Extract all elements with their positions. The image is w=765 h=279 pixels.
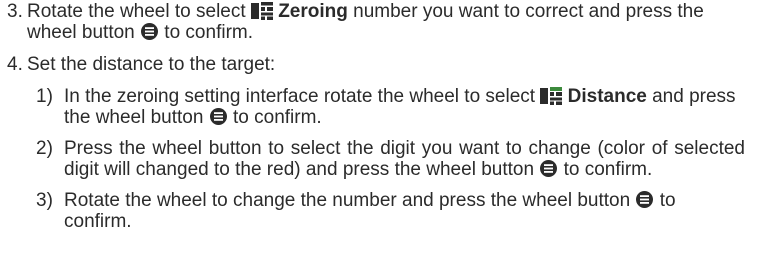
- menu-item-zeroing: Zeroing: [278, 1, 348, 22]
- instructions-document: 3. Rotate the wheel to select Zeroing nu…: [0, 0, 765, 232]
- zeroing-menu-icon: [250, 2, 273, 20]
- substep-text-part: to confirm.: [227, 107, 322, 128]
- substep-3: 3) Rotate the wheel to change the number…: [0, 190, 765, 232]
- menu-item-distance: Distance: [567, 86, 647, 107]
- step-text: Rotate the wheel to select Zeroing numbe…: [27, 1, 745, 43]
- wheel-button-icon: [539, 159, 558, 178]
- substep-1: 1) In the zeroing setting interface rota…: [0, 86, 765, 128]
- substep-number: 2): [36, 138, 53, 159]
- wheel-button-icon: [140, 22, 159, 41]
- step-4: 4. Set the distance to the target:: [0, 54, 765, 75]
- substep-number: 1): [36, 86, 53, 107]
- substep-text-part: Rotate the wheel to change the number an…: [64, 190, 636, 211]
- wheel-button-icon: [635, 190, 654, 209]
- substep-number: 3): [36, 190, 53, 211]
- distance-menu-icon: [540, 87, 563, 105]
- substep-text: Press the wheel button to select the dig…: [64, 138, 745, 180]
- step-3: 3. Rotate the wheel to select Zeroing nu…: [0, 1, 765, 43]
- wheel-button-icon: [209, 107, 228, 126]
- step-number: 4.: [7, 54, 23, 75]
- step-number: 3.: [7, 1, 23, 22]
- step-text: Set the distance to the target:: [27, 54, 276, 75]
- substep-2: 2) Press the wheel button to select the …: [0, 138, 765, 180]
- substep-text: In the zeroing setting interface rotate …: [64, 86, 745, 128]
- step-text-part: to confirm.: [159, 22, 254, 43]
- substep-text: Rotate the wheel to change the number an…: [64, 190, 745, 232]
- step-text-part: Rotate the wheel to select: [27, 1, 251, 22]
- substep-text-part: In the zeroing setting interface rotate …: [64, 86, 541, 107]
- substep-text-part: to confirm.: [558, 159, 653, 180]
